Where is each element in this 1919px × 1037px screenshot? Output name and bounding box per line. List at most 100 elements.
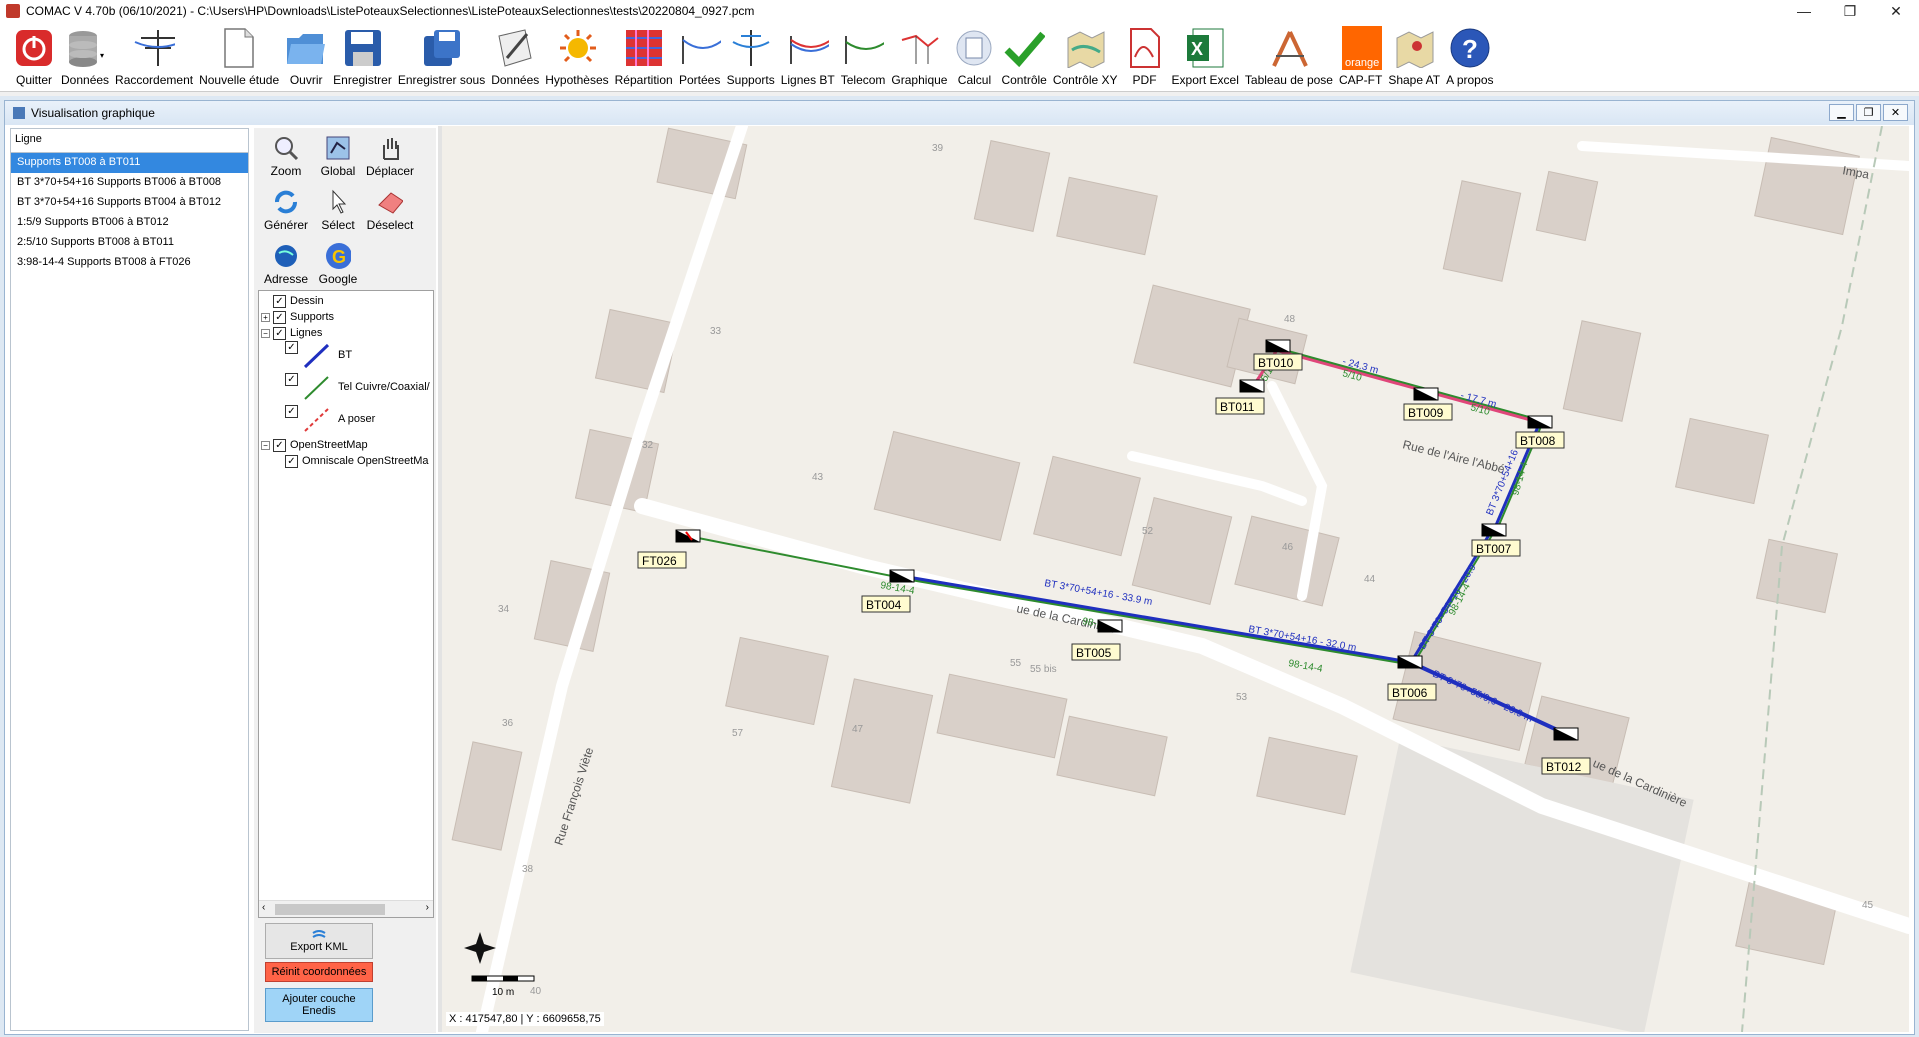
inner-restore-button[interactable]: ❐ xyxy=(1856,104,1881,121)
export-excel-button[interactable]: X Export Excel xyxy=(1169,22,1242,90)
edit-data-button[interactable]: Données xyxy=(488,22,542,90)
svg-text:32: 32 xyxy=(642,440,654,451)
repartition-button[interactable]: Répartition xyxy=(612,22,676,90)
add-enedis-layer-button[interactable]: Ajouter couche Enedis xyxy=(265,988,373,1022)
spans-button[interactable]: Portées xyxy=(676,22,724,90)
list-item[interactable]: Supports BT008 à BT011 xyxy=(11,153,248,173)
svg-text:36: 36 xyxy=(502,718,514,729)
save-button[interactable]: Enregistrer xyxy=(330,22,395,90)
inner-minimize-button[interactable]: ▁ xyxy=(1829,104,1854,121)
select-tool[interactable]: Sélect xyxy=(312,182,364,236)
close-button[interactable]: ✕ xyxy=(1873,0,1919,22)
new-document-icon xyxy=(224,28,254,68)
svg-text:46: 46 xyxy=(1282,542,1294,553)
maximize-button[interactable]: ❐ xyxy=(1827,0,1873,22)
google-tool[interactable]: G Google xyxy=(312,236,364,290)
list-item[interactable]: BT 3*70+54+16 Supports BT006 à BT008 xyxy=(11,173,248,193)
layer-dessin[interactable]: ✓ Dessin xyxy=(273,293,324,309)
grid-icon xyxy=(625,30,662,66)
shape-at-button[interactable]: Shape AT xyxy=(1385,22,1443,90)
graphic-view-titlebar: Visualisation graphique ▁ ❐ ✕ xyxy=(5,101,1914,125)
magnifier-icon xyxy=(275,137,299,161)
street-names: Rue de l'Aire l'Abbé ue de la Cardinière… xyxy=(552,163,1871,847)
coordinates-readout: X : 417547,80 | Y : 6609658,75 xyxy=(446,1012,604,1026)
support-BT007[interactable]: BT007 xyxy=(1471,523,1521,557)
svg-text:BT008: BT008 xyxy=(1520,434,1556,448)
map-canvas[interactable]: Rue de l'Aire l'Abbé ue de la Cardinière… xyxy=(442,126,1909,1032)
checkbox[interactable]: ✓ xyxy=(285,405,298,418)
supports-button[interactable]: Supports xyxy=(724,22,778,90)
bt-line-swatch-icon xyxy=(303,343,330,369)
svg-text:34: 34 xyxy=(498,604,510,615)
svg-text:39: 39 xyxy=(932,143,944,154)
cursor-icon xyxy=(332,189,347,214)
app-icon xyxy=(6,4,20,18)
expand-icon[interactable]: + xyxy=(261,312,270,322)
telecom-button[interactable]: Telecom xyxy=(838,22,889,90)
collapse-icon[interactable]: − xyxy=(261,440,270,450)
checkbox[interactable]: ✓ xyxy=(285,373,298,386)
scroll-thumb[interactable] xyxy=(275,904,385,915)
checkbox[interactable]: ✓ xyxy=(285,341,298,354)
inner-close-button[interactable]: ✕ xyxy=(1883,104,1908,121)
save-as-icon xyxy=(423,30,460,66)
export-kml-button[interactable]: Export KML xyxy=(265,923,373,959)
graph-button[interactable]: Graphique xyxy=(888,22,950,90)
layer-tel[interactable]: ✓ Tel Cuivre/Coaxial/ xyxy=(285,373,430,401)
google-icon: G xyxy=(326,243,351,269)
support-FT026[interactable]: FT026 xyxy=(637,529,701,569)
svg-text:10 m: 10 m xyxy=(492,987,514,998)
minimize-button[interactable]: — xyxy=(1781,0,1827,22)
lines-bt-button[interactable]: Lignes BT xyxy=(778,22,838,90)
checkbox[interactable]: ✓ xyxy=(285,454,298,468)
connection-button[interactable]: ▾Raccordement xyxy=(112,22,196,90)
data-menu-button[interactable]: ▾ Données xyxy=(58,22,112,90)
svg-text:44: 44 xyxy=(1364,574,1376,585)
pdf-button[interactable]: PDF xyxy=(1121,22,1169,90)
layer-bt[interactable]: ✓ BT xyxy=(285,341,352,369)
layer-osm[interactable]: − ✓ OpenStreetMap xyxy=(261,437,368,453)
folder-icon xyxy=(287,34,326,64)
layer-supports[interactable]: + ✓ Supports xyxy=(261,309,334,325)
list-item[interactable]: 1:5/9 Supports BT006 à BT012 xyxy=(11,213,248,233)
checkbox[interactable]: ✓ xyxy=(273,326,286,340)
zoom-tool[interactable]: Zoom xyxy=(260,128,312,182)
map-svg: Rue de l'Aire l'Abbé ue de la Cardinière… xyxy=(451,126,1909,1032)
support-BT008[interactable]: BT008 xyxy=(1515,415,1565,449)
laying-table-button[interactable]: Tableau de pose xyxy=(1242,22,1336,90)
horizontal-scrollbar[interactable]: ‹ › xyxy=(259,900,433,917)
checkbox[interactable]: ✓ xyxy=(273,310,286,324)
window-title: COMAC V 4.70b (06/10/2021) - C:\Users\HP… xyxy=(26,4,755,18)
list-item[interactable]: BT 3*70+54+16 Supports BT004 à BT012 xyxy=(11,193,248,213)
calculate-button[interactable]: Calcul xyxy=(950,22,998,90)
global-tool[interactable]: Global xyxy=(312,128,364,182)
support-BT009[interactable]: BT009 xyxy=(1403,387,1453,421)
quit-button[interactable]: Quitter xyxy=(10,22,58,90)
checkbox[interactable]: ✓ xyxy=(273,438,286,452)
layer-omniscale[interactable]: ✓ Omniscale OpenStreetMa xyxy=(285,453,429,469)
save-as-button[interactable]: Enregistrer sous xyxy=(395,22,488,90)
layer-a-poser[interactable]: ✓ A poser xyxy=(285,405,375,433)
generate-tool[interactable]: Générer xyxy=(260,182,312,236)
about-button[interactable]: ? A propos xyxy=(1443,22,1496,90)
pose-line-swatch-icon xyxy=(304,408,329,432)
pan-tool[interactable]: Déplacer xyxy=(364,128,416,182)
check-xy-button[interactable]: Contrôle XY xyxy=(1050,22,1121,90)
check-button[interactable]: Contrôle xyxy=(998,22,1049,90)
cap-ft-button[interactable]: orange▾CAP-FT xyxy=(1336,22,1385,90)
svg-text:47: 47 xyxy=(852,724,864,735)
svg-text:BT012: BT012 xyxy=(1546,760,1582,774)
deselect-tool[interactable]: Déselect xyxy=(364,182,416,236)
layer-lignes[interactable]: − ✓ Lignes xyxy=(261,325,322,341)
address-tool[interactable]: Adresse xyxy=(260,236,312,290)
list-item[interactable]: 2:5/10 Supports BT008 à BT011 xyxy=(11,233,248,253)
checkbox[interactable]: ✓ xyxy=(273,294,286,308)
kml-icon xyxy=(312,930,326,938)
global-view-icon xyxy=(326,136,350,160)
open-button[interactable]: Ouvrir xyxy=(282,22,330,90)
list-item[interactable]: 3:98-14-4 Supports BT008 à FT026 xyxy=(11,253,248,273)
hypotheses-button[interactable]: Hypothèses xyxy=(542,22,611,90)
reset-coords-button[interactable]: Réinit coordonnées xyxy=(265,962,373,982)
collapse-icon[interactable]: − xyxy=(261,328,270,338)
new-study-button[interactable]: Nouvelle étude xyxy=(196,22,282,90)
